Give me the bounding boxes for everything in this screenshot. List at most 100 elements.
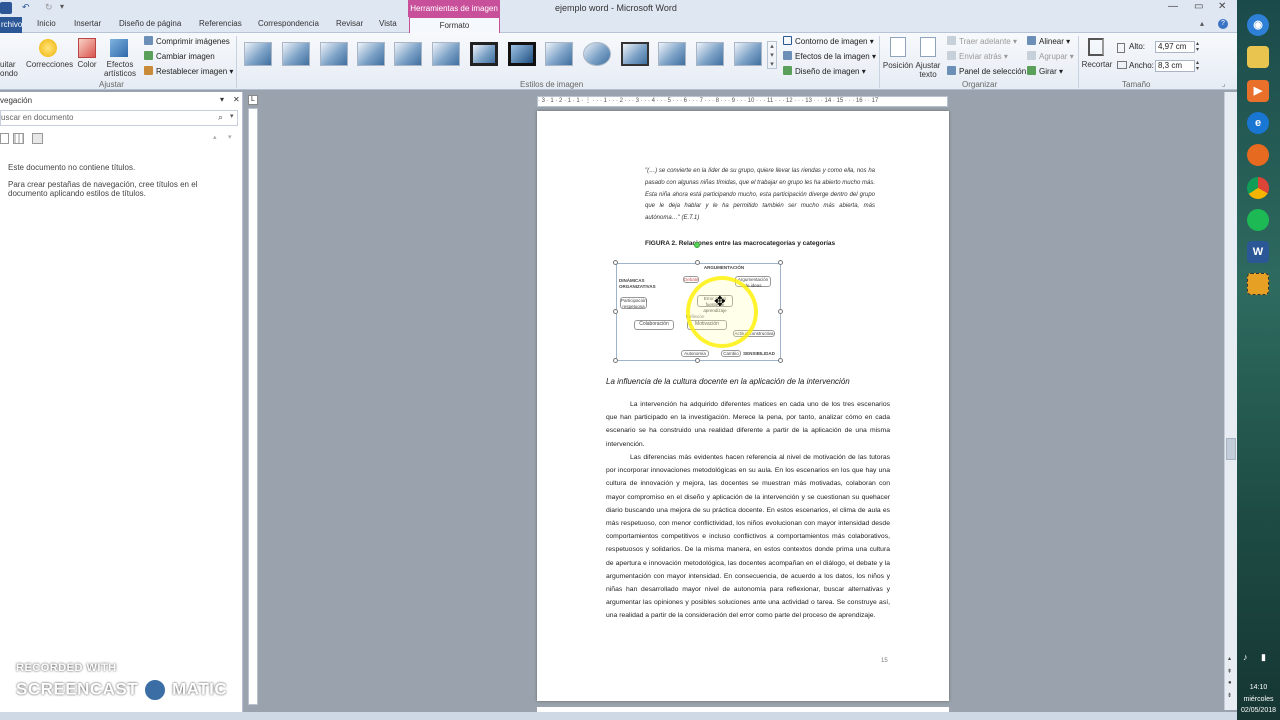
vertical-ruler[interactable] [248, 108, 258, 705]
tab-format[interactable]: Formato [409, 17, 500, 34]
picture-border-button[interactable]: Contorno de imagen ▾ [783, 36, 874, 48]
clock-time[interactable]: 14:10 [1237, 684, 1280, 692]
separator [236, 36, 237, 88]
width-input[interactable]: 8,3 cm [1155, 60, 1195, 72]
picture-style-10[interactable] [583, 42, 611, 66]
height-spinner-icon[interactable]: ▴ ▾ [1196, 41, 1199, 53]
nav-options-icon[interactable]: ▾ [220, 95, 224, 104]
prev-page-icon[interactable]: ⇞ [1227, 668, 1232, 675]
tab-review[interactable]: Revisar [336, 19, 363, 28]
tab-insert[interactable]: Insertar [74, 19, 101, 28]
help-icon[interactable]: ? [1218, 19, 1228, 29]
rotate-handle[interactable] [694, 242, 700, 248]
edge-browser-icon[interactable]: e [1247, 112, 1269, 134]
group-button[interactable]: Agrupar ▾ [1027, 51, 1074, 63]
tab-file[interactable]: rchivo [0, 17, 22, 33]
resize-handle-top-right[interactable] [778, 260, 783, 265]
resize-handle-bottom[interactable] [695, 358, 700, 363]
resize-handle-top-left[interactable] [613, 260, 618, 265]
resize-handle-bottom-left[interactable] [613, 358, 618, 363]
scroll-thumb[interactable] [1226, 438, 1236, 460]
picture-style-4[interactable] [357, 42, 385, 66]
maximize-icon[interactable]: ▭ [1194, 1, 1203, 12]
close-icon[interactable]: ✕ [1218, 1, 1226, 12]
gallery-more-icon[interactable]: ▴ ▾ ▾ [767, 41, 777, 69]
change-picture-button[interactable]: Cambiar imagen [144, 51, 215, 63]
bring-forward-button[interactable]: Traer adelante ▾ [947, 36, 1017, 48]
redo-icon[interactable]: ↻ [45, 2, 57, 14]
next-result-icon[interactable]: ▾ [228, 133, 232, 141]
tab-home[interactable]: Inicio [37, 19, 56, 28]
picture-style-2[interactable] [282, 42, 310, 66]
tab-mailings[interactable]: Correspondencia [258, 19, 319, 28]
remove-background-button[interactable]: uitar ondo [0, 60, 18, 78]
search-icon[interactable]: ⌕ [218, 112, 223, 123]
tab-view[interactable]: Vista [379, 19, 397, 28]
send-backward-button[interactable]: Enviar atrás ▾ [947, 51, 1008, 63]
position-button[interactable]: Posición [882, 61, 914, 70]
media-player-icon[interactable]: ▶ [1247, 80, 1269, 102]
compress-pictures-button[interactable]: Comprimir imágenes [144, 36, 230, 48]
picture-style-5[interactable] [394, 42, 422, 66]
color-button[interactable]: Color [74, 60, 100, 69]
volume-icon[interactable]: ♪ [1243, 652, 1248, 662]
picture-style-7[interactable] [470, 42, 498, 66]
rotate-button[interactable]: Girar ▾ [1027, 66, 1063, 78]
resize-handle-top[interactable] [695, 260, 700, 265]
horizontal-ruler[interactable]: · 3 · 1 · 2 · 1 · 1 · ⋮ · · · 1 · · · 2 … [537, 96, 948, 107]
tab-page-layout[interactable]: Diseño de página [119, 19, 181, 28]
resize-handle-right[interactable] [778, 309, 783, 314]
crop-button[interactable]: Recortar [1080, 60, 1114, 69]
chrome-icon[interactable] [1247, 177, 1269, 199]
resize-handle-left[interactable] [613, 309, 618, 314]
browse-object-icon[interactable]: ● [1228, 680, 1232, 686]
size-dialog-launcher-icon[interactable]: ⌟ [1222, 80, 1225, 88]
reset-picture-button[interactable]: Restablecer imagen ▾ [144, 66, 233, 78]
scroll-up-icon[interactable]: ▴ [1228, 655, 1231, 662]
align-button[interactable]: Alinear ▾ [1027, 36, 1070, 48]
minimize-icon[interactable]: — [1168, 1, 1178, 12]
picture-layout-button[interactable]: Diseño de imagen ▾ [783, 66, 866, 78]
nav-search-input[interactable]: uscar en documento [0, 110, 238, 126]
position-icon [890, 37, 906, 57]
picture-style-11[interactable] [621, 42, 649, 66]
picture-style-14[interactable] [734, 42, 762, 66]
search-options-icon[interactable]: ▾ [230, 112, 234, 120]
picture-effects-button[interactable]: Efectos de la imagen ▾ [783, 51, 876, 63]
document-page[interactable]: "(…) se convierte en la líder de su grup… [537, 111, 949, 701]
spotify-icon[interactable] [1247, 209, 1269, 231]
tab-references[interactable]: Referencias [199, 19, 242, 28]
artistic-effects-button[interactable]: Efectos artísticos [100, 60, 140, 78]
undo-icon[interactable]: ↶ [22, 2, 34, 14]
picture-style-6[interactable] [432, 42, 460, 66]
width-spinner-icon[interactable]: ▴ ▾ [1196, 60, 1199, 72]
picture-style-8[interactable] [508, 42, 536, 66]
minimize-ribbon-icon[interactable]: ▴ [1200, 19, 1204, 28]
browse-results-tab-icon[interactable] [32, 133, 43, 144]
selection-pane-button[interactable]: Panel de selección [947, 66, 1026, 78]
wrap-text-button[interactable]: Ajustar texto [914, 61, 942, 79]
picture-style-3[interactable] [320, 42, 348, 66]
picture-style-12[interactable] [658, 42, 686, 66]
next-page-icon[interactable]: ⇟ [1227, 692, 1232, 699]
snipping-tool-icon[interactable] [1247, 273, 1269, 295]
start-icon[interactable]: ◉ [1247, 14, 1269, 36]
picture-style-1[interactable] [244, 42, 272, 66]
customize-quick-access-icon[interactable]: ▾ [60, 2, 72, 14]
picture-style-9[interactable] [545, 42, 573, 66]
ruler-toggle-icon[interactable]: L [248, 95, 258, 105]
word-icon[interactable] [0, 2, 12, 14]
word-taskbar-icon[interactable]: W [1247, 241, 1269, 263]
browse-pages-tab-icon[interactable] [13, 133, 24, 144]
file-explorer-icon[interactable] [1247, 46, 1269, 68]
nav-close-icon[interactable]: ✕ [233, 95, 240, 104]
previous-result-icon[interactable]: ▴ [213, 133, 217, 141]
resize-handle-bottom-right[interactable] [778, 358, 783, 363]
browse-headings-tab-icon[interactable] [0, 133, 9, 144]
picture-style-13[interactable] [696, 42, 724, 66]
corrections-button[interactable]: Correcciones [26, 60, 73, 69]
firefox-icon[interactable] [1247, 144, 1269, 166]
vertical-scrollbar[interactable]: ▴ ⇞ ● ⇟ [1224, 92, 1237, 710]
network-icon[interactable]: ▮ [1261, 652, 1266, 663]
height-input[interactable]: 4,97 cm [1155, 41, 1195, 53]
